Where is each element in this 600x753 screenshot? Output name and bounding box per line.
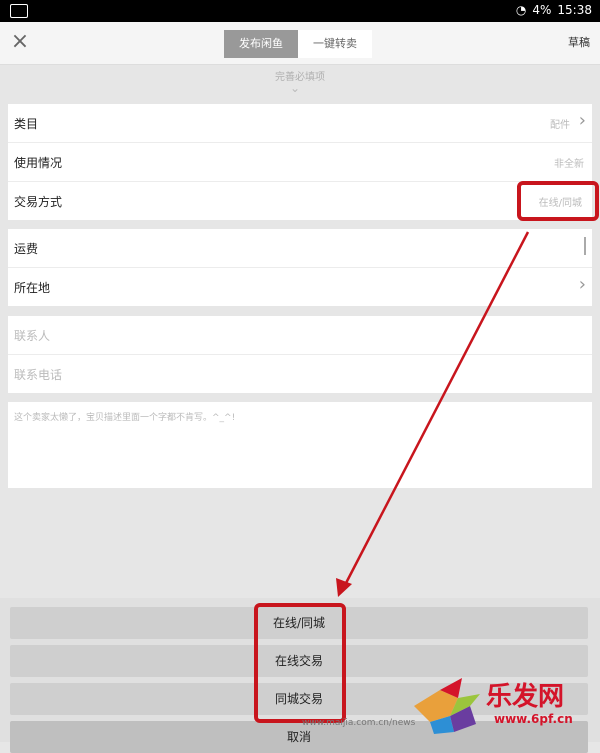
wifi-icon: ◔	[515, 3, 527, 17]
row-category[interactable]: 类目 配件 ›	[8, 104, 592, 143]
tab-resell[interactable]: 一键转卖	[298, 30, 372, 58]
field-placeholder: 联系人	[14, 329, 51, 343]
row-label: 交易方式	[14, 195, 63, 209]
scroll-indicator	[584, 237, 586, 255]
row-value: 非全新	[554, 159, 584, 170]
form-group-contact: 联系人 联系电话	[8, 316, 592, 393]
description-textarea[interactable]: 这个卖家太懒了，宝贝描述里面一个字都不肯写。^_^!	[8, 402, 592, 488]
logo-url: www.6pf.cn	[494, 712, 573, 726]
contact-name-field[interactable]: 联系人	[8, 316, 592, 355]
draft-button[interactable]: 草稿	[568, 34, 590, 50]
row-label: 运费	[14, 242, 39, 256]
chevron-right-icon: ›	[578, 110, 586, 131]
row-location[interactable]: 所在地 ›	[8, 268, 592, 306]
required-hint: 完善必填项	[275, 72, 325, 83]
row-label: 所在地	[14, 281, 51, 295]
status-indicators: ◔ 4% 15:38	[516, 3, 592, 17]
description-placeholder: 这个卖家太懒了，宝贝描述里面一个字都不肯写。^_^!	[14, 413, 236, 423]
chevron-down-icon[interactable]: ⌄	[290, 82, 302, 94]
form-group-shipping: 运费 所在地 ›	[8, 229, 592, 306]
row-condition[interactable]: 使用情况 非全新	[8, 143, 592, 182]
site-logo: 乐发网 www.6pf.cn	[410, 676, 600, 736]
tab-switcher: 发布闲鱼 一键转卖	[224, 30, 372, 58]
field-placeholder: 联系电话	[14, 368, 63, 382]
row-label: 使用情况	[14, 156, 63, 170]
tab-publish[interactable]: 发布闲鱼	[224, 30, 298, 58]
clock: 15:38	[557, 3, 592, 17]
close-icon[interactable]: ×	[8, 30, 32, 54]
chevron-right-icon: ›	[578, 274, 586, 295]
row-value: 配件	[550, 120, 570, 131]
logo-text: 乐发网	[486, 682, 565, 712]
form-group-basic: 类目 配件 › 使用情况 非全新 交易方式 在线/同城	[8, 104, 592, 220]
watermark-url: www.maijia.com.cn/news	[302, 718, 416, 728]
notification-icon	[10, 4, 28, 18]
fox-logo-icon	[414, 678, 480, 734]
highlight-box-options	[254, 603, 346, 723]
status-bar: ◔ 4% 15:38	[0, 0, 600, 22]
row-shipping-fee[interactable]: 运费	[8, 229, 592, 268]
battery-percent: 4%	[532, 3, 552, 17]
top-bar: × 发布闲鱼 一键转卖 草稿	[0, 22, 600, 65]
highlight-box-trade-value	[517, 181, 599, 221]
contact-phone-field[interactable]: 联系电话	[8, 355, 592, 393]
row-trade-method[interactable]: 交易方式 在线/同城	[8, 182, 592, 220]
row-label: 类目	[14, 117, 39, 131]
